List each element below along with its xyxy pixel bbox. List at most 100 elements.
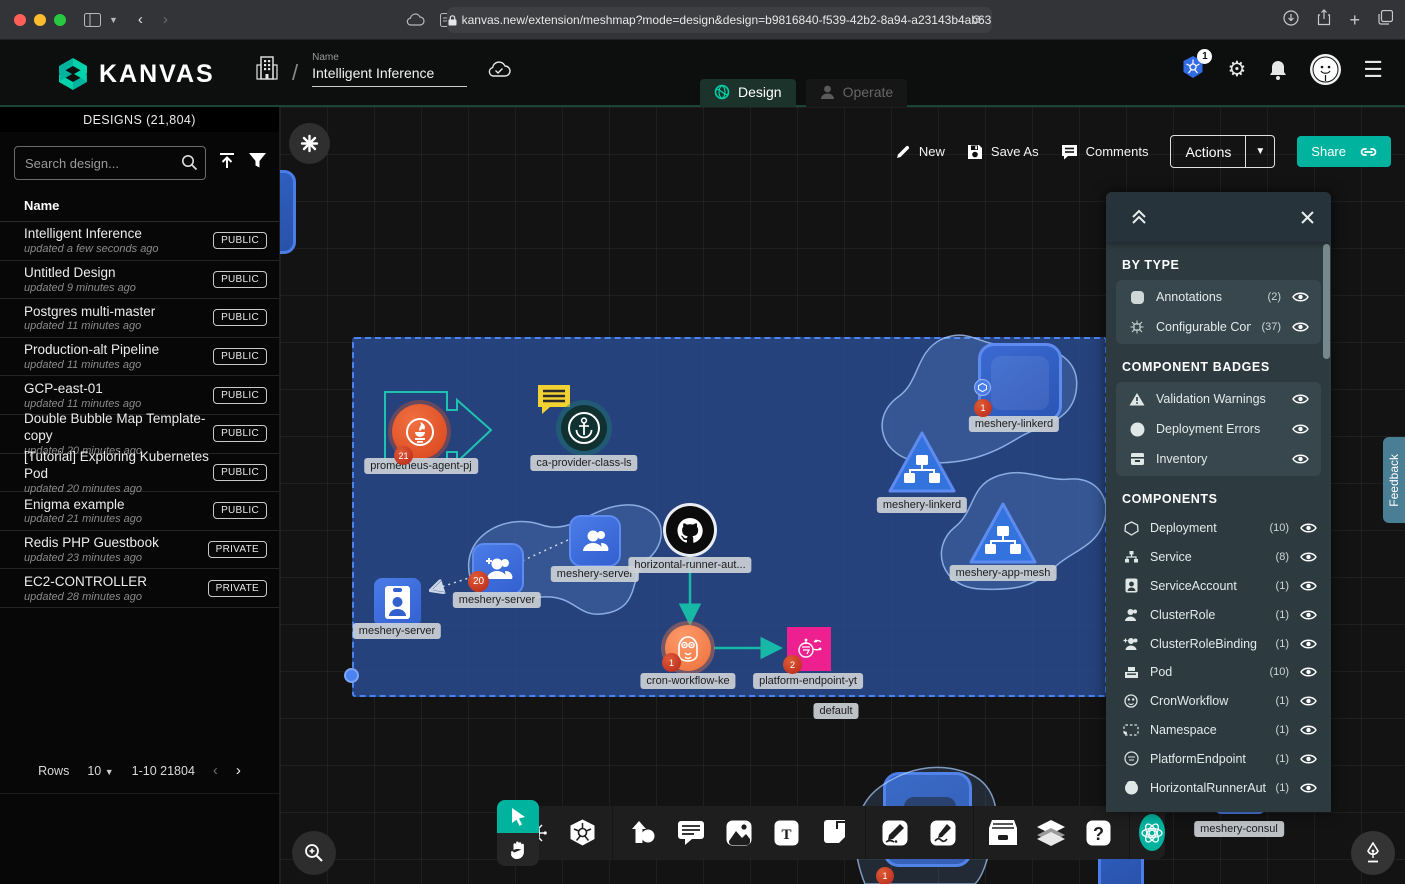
save-as-button[interactable]: Save As — [967, 144, 1039, 160]
component-row-deployment[interactable]: Deployment (10) — [1106, 514, 1331, 543]
icloud-icon[interactable] — [406, 13, 425, 26]
cluster-status-button[interactable]: 1 — [1181, 55, 1205, 84]
help-tool-button[interactable]: ? — [1084, 818, 1114, 848]
type-row-configurable[interactable]: Configurable Compon... (37) — [1116, 312, 1321, 342]
notifications-bell-icon[interactable] — [1268, 59, 1288, 81]
downloads-icon[interactable] — [1283, 10, 1299, 31]
eye-icon[interactable] — [1291, 393, 1309, 405]
kanvas-logo[interactable]: KANVAS — [55, 56, 215, 92]
window-controls[interactable] — [14, 14, 66, 26]
pen-tool-button[interactable] — [1351, 831, 1395, 875]
text-tool-button[interactable]: T — [772, 818, 802, 848]
design-row[interactable]: Untitled Designupdated 9 minutes ago PUB… — [0, 261, 279, 300]
design-row[interactable]: Production-alt Pipelineupdated 11 minute… — [0, 338, 279, 377]
minimize-window-button[interactable] — [34, 14, 46, 26]
design-row[interactable]: Double Bubble Map Template-copyupdated 2… — [0, 415, 279, 454]
tab-operate[interactable]: Operate — [806, 79, 908, 107]
rows-per-page-select[interactable]: 10 ▼ — [87, 764, 113, 778]
node-meshery-server-account[interactable] — [374, 578, 421, 627]
forward-button[interactable]: › — [163, 11, 168, 28]
pan-tool-button[interactable] — [497, 833, 539, 866]
node-app-mesh[interactable] — [967, 500, 1039, 571]
comments-button[interactable]: Comments — [1061, 144, 1149, 160]
meshery-extension-button[interactable] — [1139, 814, 1165, 851]
component-row-pod[interactable]: Pod (10) — [1106, 658, 1331, 687]
eye-icon[interactable] — [1299, 638, 1317, 650]
archive-tool-button[interactable] — [988, 818, 1018, 848]
search-input[interactable] — [14, 146, 206, 180]
design-row[interactable]: GCP-east-01updated 11 minutes ago PUBLIC — [0, 376, 279, 415]
design-row[interactable]: EC2-CONTROLLERupdated 28 minutes ago PRI… — [0, 569, 279, 608]
close-panel-icon[interactable] — [1300, 210, 1315, 225]
component-row-platformendpoint[interactable]: PlatformEndpoint (1) — [1106, 744, 1331, 773]
reload-icon[interactable]: ⟳ — [972, 12, 983, 28]
new-button[interactable]: New — [895, 144, 945, 160]
panel-scrollbar[interactable] — [1323, 244, 1330, 359]
eye-icon[interactable] — [1299, 580, 1317, 592]
actions-caret-icon[interactable]: ▼ — [1245, 136, 1274, 167]
badge-row-inventory[interactable]: Inventory — [1116, 444, 1321, 474]
design-row[interactable]: Redis PHP Guestbookupdated 23 minutes ag… — [0, 531, 279, 570]
freehand-tool-button[interactable] — [928, 818, 958, 848]
component-row-clusterrole[interactable]: ClusterRole (1) — [1106, 600, 1331, 629]
tab-design[interactable]: Design — [700, 79, 796, 107]
component-row-horizontalrunner[interactable]: HorizontalRunnerAutos... (1) — [1106, 773, 1331, 802]
type-row-annotations[interactable]: Annotations (2) — [1116, 282, 1321, 312]
eye-icon[interactable] — [1291, 453, 1309, 465]
component-row-clusterrolebinding[interactable]: ClusterRoleBinding (1) — [1106, 629, 1331, 658]
shapes-tool-button[interactable] — [628, 818, 658, 848]
eye-icon[interactable] — [1299, 695, 1317, 707]
draw-tool-button[interactable] — [880, 818, 910, 848]
selection-handle[interactable] — [344, 668, 359, 683]
zoom-window-button[interactable] — [54, 14, 66, 26]
zoom-button[interactable] — [292, 831, 336, 875]
node-meshery-server-clusterrole[interactable] — [569, 515, 621, 567]
filter-icon[interactable] — [248, 152, 267, 174]
next-page-button[interactable]: › — [236, 762, 241, 779]
design-name-field[interactable]: Name Intelligent Inference — [312, 52, 467, 87]
component-row-cronworkflow[interactable]: CronWorkflow (1) — [1106, 687, 1331, 716]
eye-icon[interactable] — [1291, 321, 1309, 333]
node-horizontal-runner[interactable] — [666, 506, 714, 554]
component-row-namespace[interactable]: Namespace (1) — [1106, 716, 1331, 745]
share-button[interactable]: Share — [1297, 136, 1391, 167]
organization-icon[interactable] — [256, 55, 278, 81]
menu-hamburger-icon[interactable]: ☰ — [1363, 57, 1383, 83]
settings-gear-icon[interactable]: ⚙ — [1227, 57, 1246, 82]
component-row-service[interactable]: Service (8) — [1106, 543, 1331, 572]
badge-row-errors[interactable]: Deployment Errors — [1116, 414, 1321, 444]
eye-icon[interactable] — [1291, 423, 1309, 435]
eye-icon[interactable] — [1299, 522, 1317, 534]
eye-icon[interactable] — [1299, 724, 1317, 736]
sidebar-toggle-icon[interactable] — [84, 13, 101, 27]
back-button[interactable]: ‹ — [138, 11, 143, 28]
chevron-down-icon[interactable]: ▼ — [109, 15, 118, 25]
eye-icon[interactable] — [1291, 291, 1309, 303]
image-tool-button[interactable] — [724, 818, 754, 848]
eye-icon[interactable] — [1299, 753, 1317, 765]
badge-row-validation[interactable]: Validation Warnings — [1116, 384, 1321, 414]
user-avatar[interactable] — [1310, 54, 1341, 85]
import-design-icon[interactable] — [218, 152, 236, 175]
eye-icon[interactable] — [1299, 666, 1317, 678]
collapse-panel-icon[interactable] — [1130, 209, 1148, 225]
tab-overview-icon[interactable] — [1378, 10, 1393, 30]
eye-icon[interactable] — [1299, 609, 1317, 621]
actions-dropdown[interactable]: Actions ▼ — [1170, 135, 1275, 168]
kubernetes-tool-button[interactable] — [567, 818, 597, 848]
design-canvas[interactable]: 21 prometheus-agent-pj ca-provider-class… — [280, 107, 1405, 884]
eye-icon[interactable] — [1299, 551, 1317, 563]
component-row-serviceaccount[interactable]: ServiceAccount (1) — [1106, 572, 1331, 601]
feedback-tab[interactable]: Feedback — [1383, 437, 1405, 523]
design-row[interactable]: Enigma exampleupdated 21 minutes ago PUB… — [0, 492, 279, 531]
snowflake-button[interactable] — [289, 123, 330, 164]
note-tool-button[interactable] — [820, 818, 850, 848]
design-row[interactable]: [Tutorial] Exploring Kubernetes Podupdat… — [0, 454, 279, 493]
node-linkerd-service[interactable] — [886, 429, 958, 500]
close-window-button[interactable] — [14, 14, 26, 26]
node-ca-provider[interactable] — [561, 405, 607, 451]
design-name-value[interactable]: Intelligent Inference — [312, 65, 467, 87]
comment-tool-button[interactable] — [676, 818, 706, 848]
select-tool-button[interactable] — [497, 800, 539, 833]
eye-icon[interactable] — [1299, 782, 1317, 794]
